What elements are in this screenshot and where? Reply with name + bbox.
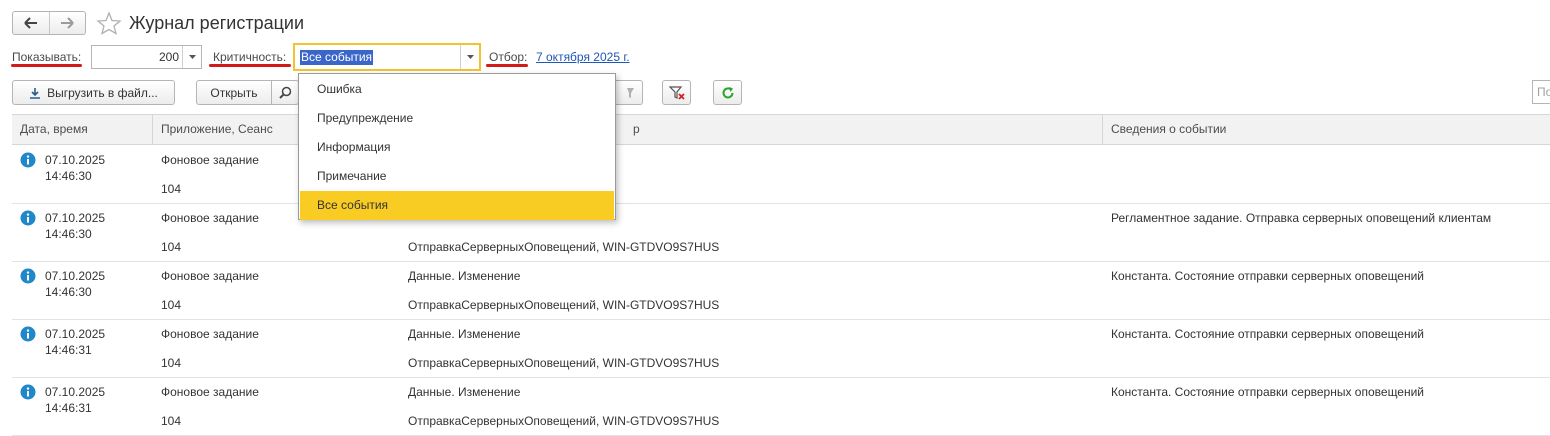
row-time: 14:46:31 xyxy=(45,343,92,357)
row-event-meta: ОтправкаСерверныхОповещений, WIN-GTDVO9S… xyxy=(408,356,720,370)
chevron-down-icon xyxy=(188,55,196,59)
row-event-details: Регламентное задание. Отправка серверных… xyxy=(1111,211,1492,225)
criticality-option-error[interactable]: Ошибка xyxy=(300,75,614,104)
table-row[interactable]: 07.10.202514:46:30Фоновое задание104WIN-… xyxy=(12,146,1550,204)
back-button[interactable] xyxy=(13,12,49,34)
row-session: 104 xyxy=(161,356,182,370)
criticality-dropdown-button[interactable] xyxy=(460,45,479,69)
show-label: Показывать: xyxy=(12,50,82,64)
info-icon xyxy=(20,152,36,168)
column-header-datetime[interactable]: Дата, время xyxy=(12,115,152,144)
row-date: 07.10.2025 xyxy=(45,269,106,283)
funnel-clear-icon xyxy=(668,85,685,100)
criticality-option-note[interactable]: Примечание xyxy=(300,162,614,191)
table-row[interactable]: 07.10.2025 14:46:31 Фоновое задание 104 Данн… xyxy=(12,320,1550,378)
arrow-left-icon xyxy=(24,17,37,29)
row-application: Фоновое задание xyxy=(161,327,259,341)
refresh-icon xyxy=(722,86,733,98)
row-event-details: Константа. Состояние отправки серверных … xyxy=(1111,327,1425,341)
funnel-icon xyxy=(627,87,634,98)
filter-settings-button[interactable] xyxy=(616,80,643,105)
export-to-file-button[interactable]: Выгрузить в файл... xyxy=(12,80,175,105)
table-row[interactable]: 07.10.2025 14:46:30 Фоновое задание 104 Данн… xyxy=(12,262,1550,320)
row-time: 14:46:30 xyxy=(45,285,92,299)
page-title: Журнал регистрации xyxy=(129,13,305,33)
chevron-down-icon xyxy=(466,55,474,59)
row-event-meta: ОтправкаСерверныхОповещений, WIN-GTDVO9S… xyxy=(408,414,720,428)
row-event: Данные. Изменение xyxy=(408,327,521,341)
row-application: Фоновое задание xyxy=(161,269,259,283)
magnifier-icon xyxy=(278,86,291,99)
download-icon xyxy=(30,87,41,99)
row-event: Данные. Изменение xyxy=(408,385,521,399)
row-date: 07.10.2025 xyxy=(45,385,106,399)
arrow-right-icon xyxy=(61,17,74,29)
row-time: 14:46:30 xyxy=(45,227,92,241)
row-date: 07.10.2025 xyxy=(45,153,106,167)
criticality-option-warning[interactable]: Предупреждение xyxy=(300,104,614,133)
criticality-select[interactable]: Все события xyxy=(293,43,481,71)
criticality-label-highlight xyxy=(209,64,291,67)
row-application: Фоновое задание xyxy=(161,211,259,225)
info-icon xyxy=(20,384,36,400)
row-date: 07.10.2025 xyxy=(45,211,106,225)
favorite-star-icon[interactable] xyxy=(96,11,122,35)
criticality-selected-value: Все события xyxy=(300,50,374,65)
table-header: Дата, время Приложение, Сеанс р Сведения… xyxy=(12,114,1550,145)
row-date: 07.10.2025 xyxy=(45,327,106,341)
row-session: 104 xyxy=(161,414,182,428)
open-button[interactable]: Открыть xyxy=(196,80,272,105)
export-button-label: Выгрузить в файл... xyxy=(47,85,158,100)
column-header-event-details[interactable]: Сведения о событии xyxy=(1102,115,1550,144)
show-count-value: 200 xyxy=(158,50,179,64)
table-row[interactable]: 07.10.2025 14:46:30 Фоновое задание 104 Отпр… xyxy=(12,204,1550,262)
row-session: 104 xyxy=(161,298,182,312)
criticality-dropdown-list: Ошибка Предупреждение Информация Примеча… xyxy=(298,73,616,220)
search-input[interactable]: По xyxy=(1532,80,1550,104)
row-session: 104 xyxy=(161,182,182,196)
row-application: Фоновое задание xyxy=(161,153,259,167)
refresh-button[interactable] xyxy=(713,80,742,105)
row-time: 14:46:30 xyxy=(45,169,92,183)
selection-date-link[interactable]: 7 октября 2025 г. xyxy=(536,49,630,65)
criticality-label: Критичность: xyxy=(213,50,287,64)
forward-button[interactable] xyxy=(48,12,86,34)
info-icon xyxy=(20,210,36,226)
row-application: Фоновое задание xyxy=(161,385,259,399)
find-button[interactable] xyxy=(271,80,299,105)
info-icon xyxy=(20,268,36,284)
table-row[interactable]: 07.10.2025 14:46:31 Фоновое задание 104 Данн… xyxy=(12,378,1550,436)
row-event-details: Константа. Состояние отправки серверных … xyxy=(1111,269,1425,283)
criticality-option-information[interactable]: Информация xyxy=(300,133,614,162)
row-event-meta: ОтправкаСерверныхОповещений, WIN-GTDVO9S… xyxy=(408,240,720,254)
row-session: 104 xyxy=(161,240,182,254)
selection-label[interactable]: Отбор: xyxy=(489,49,527,65)
row-time: 14:46:31 xyxy=(45,401,92,415)
show-label-highlight xyxy=(11,64,82,67)
open-button-label: Открыть xyxy=(210,85,258,100)
row-event: Данные. Изменение xyxy=(408,269,521,283)
row-event-details: Константа. Состояние отправки серверных … xyxy=(1111,385,1425,399)
selection-label-highlight xyxy=(486,64,528,67)
info-icon xyxy=(20,326,36,342)
clear-filter-button[interactable] xyxy=(662,80,691,105)
row-event-meta: ОтправкаСерверныхОповещений, WIN-GTDVO9S… xyxy=(408,298,720,312)
show-count-dropdown-button[interactable] xyxy=(182,46,201,68)
show-count-field[interactable]: 200 xyxy=(91,45,202,69)
navigation-buttons xyxy=(12,11,86,35)
criticality-option-all-events[interactable]: Все события xyxy=(300,191,614,220)
